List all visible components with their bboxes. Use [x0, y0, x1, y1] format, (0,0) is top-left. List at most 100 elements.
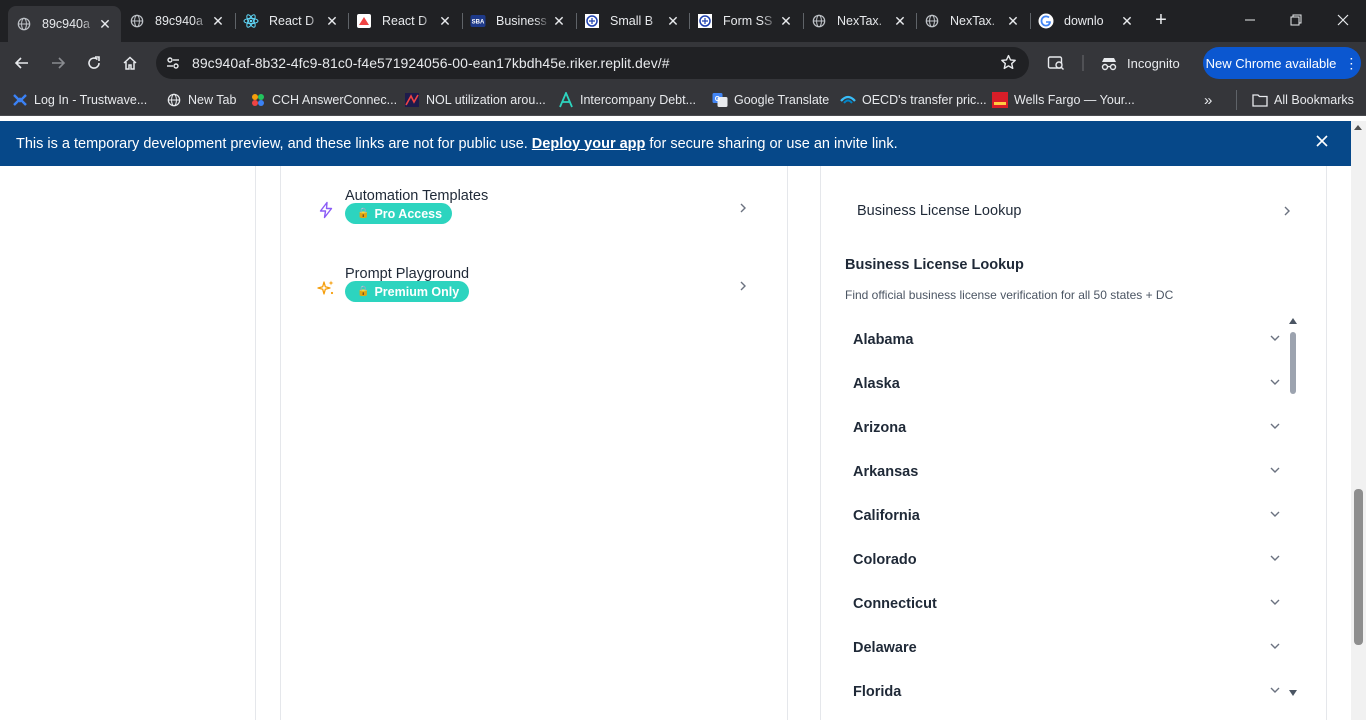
chevron-down-icon — [1269, 331, 1281, 349]
search-tabs-icon[interactable] — [1047, 54, 1065, 77]
chevron-down-icon — [1269, 639, 1281, 657]
scroll-up-arrow[interactable] — [1289, 318, 1297, 324]
tab-strip: 89c940a ✕ 89c940a ✕ React D ✕ React D ✕ … — [0, 0, 1366, 42]
tab-5[interactable]: Small B ✕ — [576, 6, 689, 36]
tab-close-icon[interactable]: ✕ — [437, 13, 453, 30]
tab-title: 89c940a — [155, 14, 203, 28]
bookmarks-overflow-button[interactable]: » — [1204, 91, 1212, 109]
state-accordion-item[interactable]: Alabama — [845, 318, 1289, 362]
browser-toolbar: 89c940af-8b32-4fc9-81c0-f4e571924056-00-… — [0, 42, 1366, 84]
new-tab-button[interactable]: + — [1150, 9, 1172, 31]
tab-6[interactable]: Form SS ✕ — [689, 6, 802, 36]
bookmark-label: NOL utilization arou... — [426, 93, 546, 107]
close-icon — [1337, 14, 1349, 26]
banner-text-after: for secure sharing or use an invite link… — [649, 135, 898, 152]
letter-a-icon — [558, 92, 574, 108]
bookmark-item[interactable]: Intercompany Debt... — [558, 91, 696, 109]
bookmark-label: Intercompany Debt... — [580, 93, 697, 107]
all-bookmarks-button[interactable]: All Bookmarks — [1252, 91, 1354, 109]
restore-icon — [1290, 14, 1302, 26]
tab-close-icon[interactable]: ✕ — [97, 16, 113, 33]
site-info-icon[interactable] — [164, 54, 182, 72]
state-accordion-item[interactable]: Arizona — [845, 406, 1289, 450]
tab-close-icon[interactable]: ✕ — [551, 13, 567, 30]
tab-close-icon[interactable]: ✕ — [210, 13, 226, 30]
section-subtitle: Find official business license verificat… — [845, 288, 1174, 302]
new-chrome-label: New Chrome available — [1205, 55, 1337, 71]
bookmark-item[interactable]: Log In - Trustwave... — [12, 91, 147, 109]
container-border — [255, 166, 256, 720]
tab-3[interactable]: React D ✕ — [348, 6, 461, 36]
reload-button[interactable] — [81, 50, 107, 76]
state-accordion-item[interactable]: Florida — [845, 670, 1289, 714]
bookmark-item[interactable]: Wells Fargo — Your... — [992, 91, 1135, 109]
bookmarks-bar: Log In - Trustwave... New Tab CCH Answer… — [0, 84, 1366, 116]
bookmark-label: CCH AnswerConnec... — [272, 93, 398, 107]
close-window-button[interactable] — [1320, 0, 1366, 40]
globe-icon — [16, 16, 32, 32]
bookmark-item[interactable]: CCH AnswerConnec... — [250, 91, 397, 109]
url-text[interactable]: 89c940af-8b32-4fc9-81c0-f4e571924056-00-… — [192, 55, 670, 71]
react-doc-icon — [356, 13, 372, 29]
address-bar[interactable]: 89c940af-8b32-4fc9-81c0-f4e571924056-00-… — [156, 47, 1029, 79]
state-accordion-item[interactable]: Arkansas — [845, 450, 1289, 494]
globe-icon — [924, 13, 940, 29]
tab-9[interactable]: downlo ✕ — [1030, 6, 1143, 36]
bookmark-item[interactable]: G Google Translate — [712, 91, 829, 109]
bookmark-item[interactable]: New Tab — [166, 91, 236, 109]
tab-close-icon[interactable]: ✕ — [324, 13, 340, 30]
tab-close-icon[interactable]: ✕ — [1005, 13, 1021, 30]
state-name: Arizona — [853, 420, 907, 436]
new-chrome-available-button[interactable]: New Chrome available ⋮ — [1203, 47, 1361, 79]
state-accordion-item[interactable]: California — [845, 494, 1289, 538]
restore-button[interactable] — [1273, 0, 1319, 40]
tab-title: NexTax. — [950, 14, 996, 28]
state-name: Alaska — [853, 376, 900, 392]
bookmark-item[interactable]: OECD's transfer pric... — [840, 91, 987, 109]
chevron-down-icon — [1269, 683, 1281, 701]
state-accordion-item[interactable]: Colorado — [845, 538, 1289, 582]
tab-8[interactable]: NexTax. ✕ — [916, 6, 1029, 36]
deploy-app-link[interactable]: Deploy your app — [532, 136, 646, 152]
scroll-thumb[interactable] — [1354, 489, 1363, 645]
premium-only-badge: 🔒 Premium Only — [345, 281, 470, 302]
chevron-down-icon — [1269, 463, 1281, 481]
bookmark-item[interactable]: NOL utilization arou... — [404, 91, 546, 109]
tab-title: React D — [382, 14, 428, 28]
tab-2[interactable]: React D ✕ — [235, 6, 348, 36]
incognito-indicator[interactable]: Incognito — [1099, 51, 1180, 75]
tab-close-icon[interactable]: ✕ — [778, 13, 794, 30]
minimize-button[interactable] — [1227, 0, 1273, 40]
tab-close-icon[interactable]: ✕ — [892, 13, 908, 30]
forward-button[interactable] — [45, 50, 71, 76]
back-button[interactable] — [9, 50, 35, 76]
business-license-lookup-link[interactable]: Business License Lookup — [857, 199, 1293, 225]
sba-icon: SBA — [470, 13, 486, 29]
bookmark-star-icon[interactable] — [1000, 54, 1017, 76]
state-list-scrollbar[interactable] — [1287, 318, 1299, 698]
dev-preview-banner: This is a temporary development preview,… — [0, 121, 1351, 166]
lookup-link-label: Business License Lookup — [857, 203, 1022, 219]
tab-0[interactable]: 89c940a ✕ — [8, 6, 121, 42]
tab-4[interactable]: SBA Business ✕ — [462, 6, 575, 36]
home-button[interactable] — [117, 50, 143, 76]
google-icon — [1038, 13, 1054, 29]
scroll-thumb[interactable] — [1290, 332, 1296, 394]
state-accordion-item[interactable]: Connecticut — [845, 582, 1289, 626]
tab-close-icon[interactable]: ✕ — [665, 13, 681, 30]
more-vert-icon: ⋮ — [1344, 54, 1359, 71]
tool-item-automation-templates[interactable]: Automation Templates 🔒 Pro Access — [315, 188, 755, 248]
lock-icon: 🔒 — [357, 208, 370, 219]
tool-item-prompt-playground[interactable]: Prompt Playground 🔒 Premium Only — [315, 266, 755, 326]
scroll-up-arrow[interactable] — [1354, 125, 1362, 130]
state-accordion-item[interactable]: Delaware — [845, 626, 1289, 670]
state-name: California — [853, 508, 920, 524]
state-accordion-item[interactable]: Alaska — [845, 362, 1289, 406]
scroll-down-arrow[interactable] — [1289, 690, 1297, 696]
page-scrollbar[interactable] — [1351, 121, 1366, 720]
tab-1[interactable]: 89c940a ✕ — [121, 6, 234, 36]
tab-7[interactable]: NexTax. ✕ — [803, 6, 916, 36]
tab-close-icon[interactable]: ✕ — [1119, 13, 1135, 30]
close-icon[interactable] — [1315, 134, 1329, 152]
chevron-down-icon — [1269, 551, 1281, 569]
